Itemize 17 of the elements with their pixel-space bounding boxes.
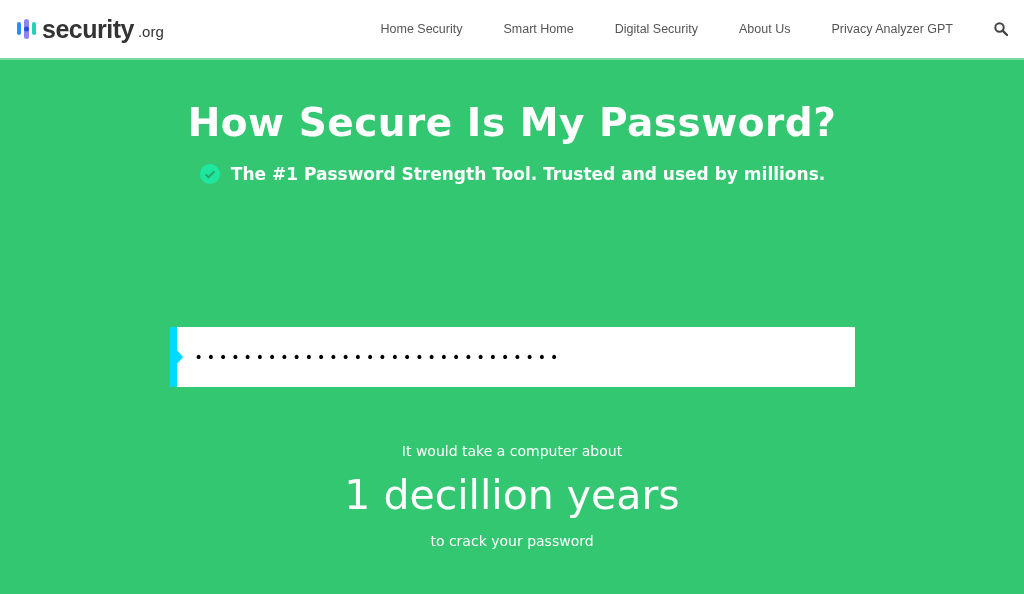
nav-link[interactable]: Digital Security	[614, 22, 698, 36]
nav-link[interactable]: Home Security	[380, 22, 463, 36]
search-icon[interactable]	[994, 22, 1008, 36]
field-pointer-icon	[175, 349, 183, 365]
result-intro: It would take a computer about	[401, 443, 623, 459]
page-title: How Secure Is My Password?	[187, 100, 837, 145]
nav-link[interactable]: About Us	[739, 22, 791, 36]
logo-suffix[interactable]: .org	[137, 22, 164, 40]
tagline: The #1 Password Strength Tool. Trusted and used by millions.	[230, 164, 826, 184]
nav-link[interactable]: Privacy Analyzer GPT	[831, 22, 953, 36]
verified-check-icon	[198, 163, 221, 185]
password-field[interactable]: ••••••••••••••••••••••••••••••	[169, 327, 855, 387]
nav-link[interactable]: Smart Home	[503, 22, 574, 36]
logo-text[interactable]: security	[42, 14, 134, 44]
result-outro: to crack your password	[430, 533, 594, 549]
crack-time: 1 decillion years	[344, 471, 680, 519]
logo-icon	[16, 18, 38, 40]
